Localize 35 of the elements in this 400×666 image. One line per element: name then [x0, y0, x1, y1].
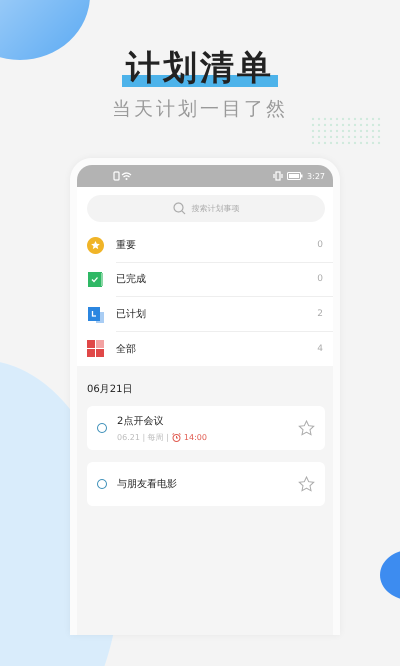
status-time: 3:27 — [307, 172, 325, 180]
category-count: 2 — [317, 308, 323, 319]
category-label: 重要 — [116, 238, 136, 252]
alarm-clock-icon — [172, 432, 181, 442]
category-label: 已完成 — [116, 272, 146, 286]
category-label: 已计划 — [116, 308, 146, 321]
dot-grid-drawing — [310, 116, 382, 146]
category-count: 0 — [317, 240, 323, 250]
task-title: 与朋友看电影 — [117, 478, 178, 491]
clock-card-icon — [87, 306, 104, 323]
date-header: 06月21日 — [86, 383, 134, 397]
sim-wifi-icon — [113, 171, 133, 181]
task-card[interactable]: 与朋友看电影 — [87, 462, 325, 506]
category-item[interactable]: 已计划 2 — [77, 297, 333, 332]
checklist-icon — [87, 271, 104, 288]
subtitle: 当天计划一目了然 — [112, 97, 288, 122]
category-item[interactable]: 已完成 0 — [77, 262, 333, 297]
grid-icon — [87, 340, 104, 358]
star-badge-icon — [87, 236, 104, 254]
task-checkbox[interactable] — [97, 423, 107, 433]
task-checkbox[interactable] — [97, 479, 107, 489]
battery-icon — [287, 172, 304, 180]
task-card[interactable]: 2点开会议 06.21 | 每周 | 14:00 — [87, 406, 325, 450]
category-count: 0 — [317, 274, 323, 284]
task-title: 2点开会议 — [117, 414, 164, 428]
category-label: 全部 — [116, 342, 136, 356]
search-icon — [172, 202, 186, 215]
task-reminder: 14:00 — [184, 432, 207, 442]
category-count: 4 — [317, 344, 323, 354]
star-icon[interactable] — [298, 476, 315, 492]
category-item[interactable]: 重要 0 — [77, 228, 333, 262]
category-item[interactable]: 全部 4 — [77, 332, 333, 366]
task-date-repeat: 06.21 | 每周 | — [117, 432, 169, 442]
vibrate-icon — [273, 171, 284, 181]
star-icon[interactable] — [298, 420, 315, 436]
